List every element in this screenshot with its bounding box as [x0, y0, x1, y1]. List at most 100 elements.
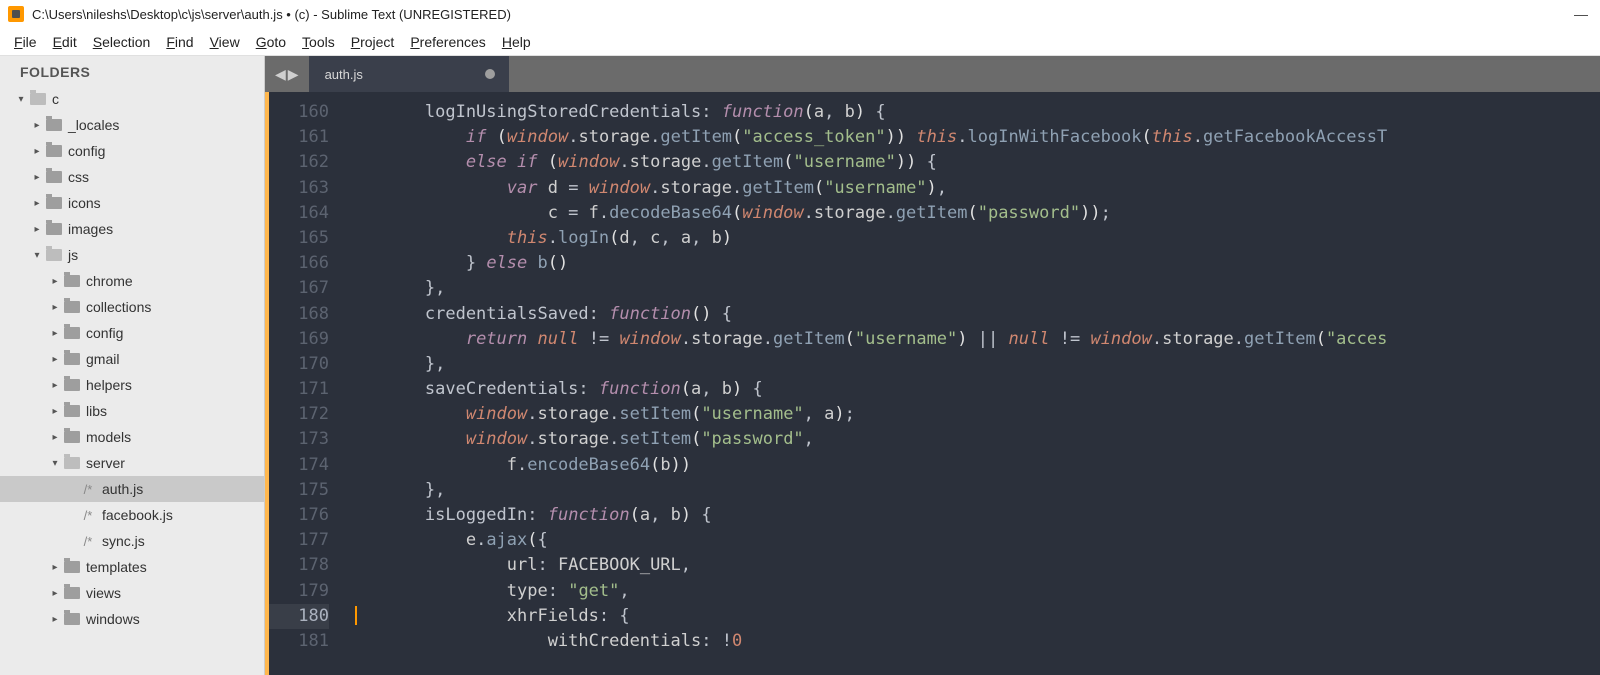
code-line[interactable]: withCredentials: !0	[343, 629, 1600, 654]
line-number[interactable]: 176	[269, 503, 329, 528]
menu-find[interactable]: Find	[158, 30, 201, 54]
line-number[interactable]: 164	[269, 201, 329, 226]
code-line[interactable]: this.logIn(d, c, a, b)	[343, 226, 1600, 251]
disclosure-arrow-icon[interactable]: ▾	[30, 250, 44, 261]
line-number[interactable]: 180	[269, 604, 329, 629]
code-line[interactable]: },	[343, 478, 1600, 503]
code-line[interactable]: f.encodeBase64(b))	[343, 453, 1600, 478]
code-editor[interactable]: 1601611621631641651661671681691701711721…	[265, 92, 1600, 675]
folder-windows[interactable]: ▸windows	[0, 606, 264, 632]
line-number[interactable]: 169	[269, 327, 329, 352]
line-number[interactable]: 162	[269, 150, 329, 175]
code-line[interactable]: isLoggedIn: function(a, b) {	[343, 503, 1600, 528]
folder-_locales[interactable]: ▸_locales	[0, 112, 264, 138]
disclosure-arrow-icon[interactable]: ▾	[48, 458, 62, 469]
folder-collections[interactable]: ▸collections	[0, 294, 264, 320]
folder-server[interactable]: ▾server	[0, 450, 264, 476]
folder-config[interactable]: ▸config	[0, 320, 264, 346]
folder-chrome[interactable]: ▸chrome	[0, 268, 264, 294]
folder-c[interactable]: ▾c	[0, 86, 264, 112]
disclosure-arrow-icon[interactable]: ▸	[48, 588, 62, 599]
disclosure-arrow-icon[interactable]: ▸	[30, 224, 44, 235]
menu-view[interactable]: View	[202, 30, 248, 54]
folder-js[interactable]: ▾js	[0, 242, 264, 268]
disclosure-arrow-icon[interactable]: ▸	[30, 146, 44, 157]
line-number[interactable]: 171	[269, 377, 329, 402]
code-line[interactable]: c = f.decodeBase64(window.storage.getIte…	[343, 201, 1600, 226]
line-number[interactable]: 172	[269, 402, 329, 427]
menu-edit[interactable]: Edit	[45, 30, 85, 54]
code-line[interactable]: url: FACEBOOK_URL,	[343, 553, 1600, 578]
menu-selection[interactable]: Selection	[85, 30, 159, 54]
disclosure-arrow-icon[interactable]: ▾	[14, 94, 28, 105]
disclosure-arrow-icon[interactable]: ▸	[30, 172, 44, 183]
code-line[interactable]: if (window.storage.getItem("access_token…	[343, 125, 1600, 150]
line-number[interactable]: 160	[269, 100, 329, 125]
code-line[interactable]: } else b()	[343, 251, 1600, 276]
disclosure-arrow-icon[interactable]: ▸	[48, 328, 62, 339]
folder-templates[interactable]: ▸templates	[0, 554, 264, 580]
file-sync-js[interactable]: ▸/*sync.js	[0, 528, 264, 554]
code-line[interactable]: },	[343, 352, 1600, 377]
menu-help[interactable]: Help	[494, 30, 539, 54]
folder-views[interactable]: ▸views	[0, 580, 264, 606]
code-line[interactable]: window.storage.setItem("username", a);	[343, 402, 1600, 427]
disclosure-arrow-icon[interactable]: ▸	[48, 276, 62, 287]
folder-icons[interactable]: ▸icons	[0, 190, 264, 216]
folder-gmail[interactable]: ▸gmail	[0, 346, 264, 372]
nav-forward-icon[interactable]: ▶	[288, 66, 299, 83]
file-facebook-js[interactable]: ▸/*facebook.js	[0, 502, 264, 528]
line-number[interactable]: 170	[269, 352, 329, 377]
tab-auth-js[interactable]: auth.js	[309, 56, 509, 92]
folder-helpers[interactable]: ▸helpers	[0, 372, 264, 398]
disclosure-arrow-icon[interactable]: ▸	[30, 120, 44, 131]
folder-models[interactable]: ▸models	[0, 424, 264, 450]
code-line[interactable]: else if (window.storage.getItem("usernam…	[343, 150, 1600, 175]
disclosure-arrow-icon[interactable]: ▸	[48, 614, 62, 625]
code-line[interactable]: var d = window.storage.getItem("username…	[343, 176, 1600, 201]
code-line[interactable]: credentialsSaved: function() {	[343, 302, 1600, 327]
line-number[interactable]: 163	[269, 176, 329, 201]
line-number[interactable]: 177	[269, 528, 329, 553]
file-auth-js[interactable]: ▸/*auth.js	[0, 476, 264, 502]
disclosure-arrow-icon[interactable]: ▸	[48, 562, 62, 573]
line-number[interactable]: 178	[269, 553, 329, 578]
menu-tools[interactable]: Tools	[294, 30, 343, 54]
disclosure-arrow-icon[interactable]: ▸	[48, 354, 62, 365]
code-line[interactable]: return null != window.storage.getItem("u…	[343, 327, 1600, 352]
line-number[interactable]: 161	[269, 125, 329, 150]
disclosure-arrow-icon[interactable]: ▸	[48, 380, 62, 391]
code-line[interactable]: e.ajax({	[343, 528, 1600, 553]
disclosure-arrow-icon[interactable]: ▸	[48, 406, 62, 417]
line-number[interactable]: 167	[269, 276, 329, 301]
line-number[interactable]: 166	[269, 251, 329, 276]
line-number[interactable]: 165	[269, 226, 329, 251]
code-line[interactable]: logInUsingStoredCredentials: function(a,…	[343, 100, 1600, 125]
line-number[interactable]: 174	[269, 453, 329, 478]
code-line[interactable]: xhrFields: {	[343, 604, 1600, 629]
folder-css[interactable]: ▸css	[0, 164, 264, 190]
line-number[interactable]: 168	[269, 302, 329, 327]
line-number[interactable]: 175	[269, 478, 329, 503]
folder-config[interactable]: ▸config	[0, 138, 264, 164]
code-line[interactable]: type: "get",	[343, 579, 1600, 604]
menu-file[interactable]: File	[6, 30, 45, 54]
line-number[interactable]: 181	[269, 629, 329, 654]
nav-back-icon[interactable]: ◀	[275, 66, 286, 83]
line-number[interactable]: 173	[269, 427, 329, 452]
folder-libs[interactable]: ▸libs	[0, 398, 264, 424]
line-number[interactable]: 179	[269, 579, 329, 604]
disclosure-arrow-icon[interactable]: ▸	[30, 198, 44, 209]
menu-preferences[interactable]: Preferences	[402, 30, 494, 54]
code-line[interactable]: saveCredentials: function(a, b) {	[343, 377, 1600, 402]
code-content[interactable]: logInUsingStoredCredentials: function(a,…	[343, 92, 1600, 675]
disclosure-arrow-icon[interactable]: ▸	[48, 432, 62, 443]
minimize-button[interactable]: —	[1574, 6, 1588, 22]
menu-project[interactable]: Project	[343, 30, 403, 54]
disclosure-arrow-icon[interactable]: ▸	[48, 302, 62, 313]
menu-goto[interactable]: Goto	[248, 30, 294, 54]
folder-images[interactable]: ▸images	[0, 216, 264, 242]
tab-nav-arrows[interactable]: ◀ ▶	[265, 56, 309, 92]
code-line[interactable]: },	[343, 276, 1600, 301]
code-line[interactable]: window.storage.setItem("password",	[343, 427, 1600, 452]
